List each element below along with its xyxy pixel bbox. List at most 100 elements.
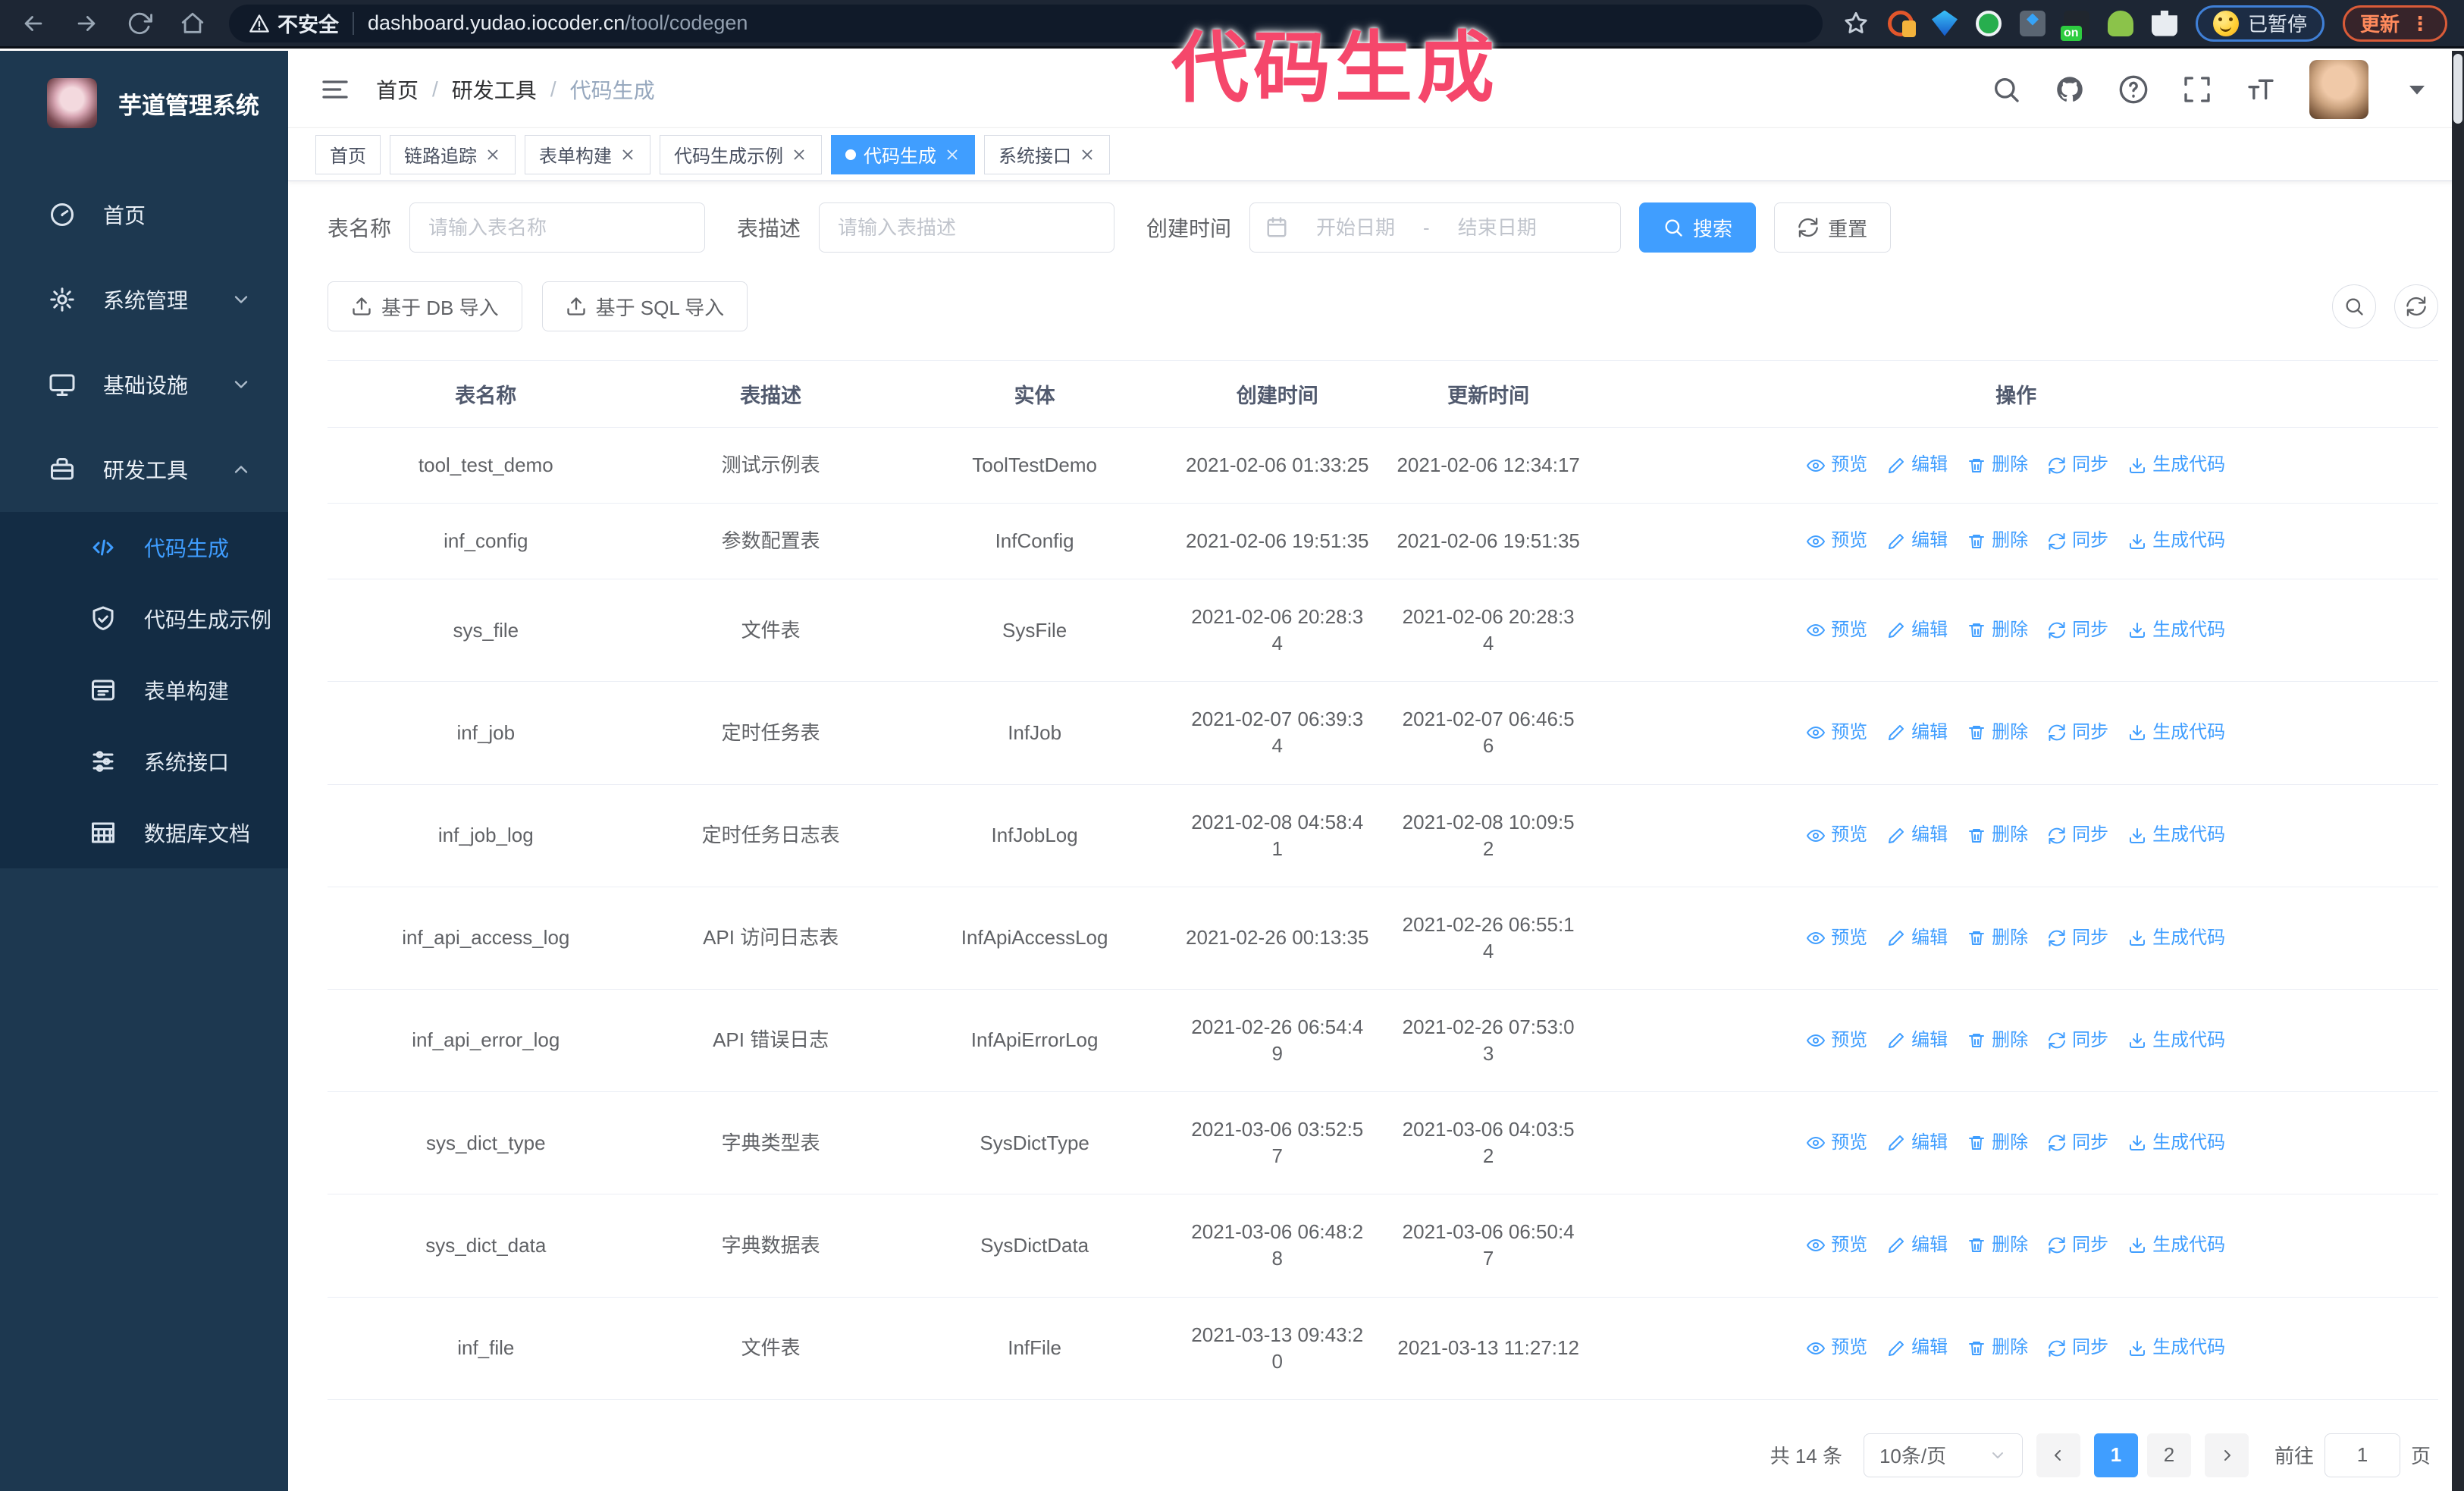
tab-close-icon[interactable] bbox=[484, 146, 501, 163]
action-生成代码[interactable]: 生成代码 bbox=[2128, 823, 2225, 847]
action-同步[interactable]: 同步 bbox=[2048, 618, 2108, 642]
tab-首页[interactable]: 首页 bbox=[315, 134, 381, 174]
action-删除[interactable]: 删除 bbox=[1967, 529, 2028, 553]
profile-paused-badge[interactable]: 已暂停 bbox=[2195, 5, 2324, 42]
action-同步[interactable]: 同步 bbox=[2048, 453, 2108, 477]
date-range-picker[interactable]: - bbox=[1249, 202, 1622, 253]
avatar-caret-icon[interactable] bbox=[2402, 74, 2432, 105]
action-编辑[interactable]: 编辑 bbox=[1887, 1336, 1948, 1360]
tab-close-icon[interactable] bbox=[1079, 146, 1096, 163]
action-生成代码[interactable]: 生成代码 bbox=[2128, 926, 2225, 950]
browser-update-button[interactable]: 更新 ⋮ bbox=[2342, 5, 2447, 42]
action-预览[interactable]: 预览 bbox=[1807, 529, 1867, 553]
header-search-icon[interactable] bbox=[1991, 74, 2021, 105]
bookmark-star-icon[interactable] bbox=[1842, 10, 1870, 37]
browser-back-button[interactable] bbox=[17, 7, 50, 40]
browser-menu-icon[interactable]: ⋮ bbox=[2410, 14, 2430, 33]
user-avatar[interactable] bbox=[2309, 59, 2368, 119]
action-生成代码[interactable]: 生成代码 bbox=[2128, 1233, 2225, 1257]
sidebar-subitem-表单构建[interactable]: 表单构建 bbox=[0, 654, 288, 726]
action-删除[interactable]: 删除 bbox=[1967, 1336, 2028, 1360]
action-同步[interactable]: 同步 bbox=[2048, 529, 2108, 553]
sidebar-subitem-代码生成示例[interactable]: 代码生成示例 bbox=[0, 583, 288, 654]
action-编辑[interactable]: 编辑 bbox=[1887, 453, 1948, 477]
action-删除[interactable]: 删除 bbox=[1967, 618, 2028, 642]
action-生成代码[interactable]: 生成代码 bbox=[2128, 453, 2225, 477]
page-size-select[interactable]: 10条/页 bbox=[1863, 1433, 2023, 1477]
action-预览[interactable]: 预览 bbox=[1807, 453, 1867, 477]
import-db-button[interactable]: 基于 DB 导入 bbox=[328, 281, 522, 331]
action-预览[interactable]: 预览 bbox=[1807, 823, 1867, 847]
action-预览[interactable]: 预览 bbox=[1807, 1028, 1867, 1053]
action-删除[interactable]: 删除 bbox=[1967, 453, 2028, 477]
tab-表单构建[interactable]: 表单构建 bbox=[525, 134, 650, 174]
action-生成代码[interactable]: 生成代码 bbox=[2128, 1131, 2225, 1155]
hamburger-icon[interactable] bbox=[320, 74, 350, 105]
action-删除[interactable]: 删除 bbox=[1967, 823, 2028, 847]
action-删除[interactable]: 删除 bbox=[1967, 1028, 2028, 1053]
action-删除[interactable]: 删除 bbox=[1967, 720, 2028, 745]
tab-代码生成[interactable]: 代码生成 bbox=[831, 134, 975, 174]
extension-icon[interactable]: on bbox=[2060, 10, 2089, 41]
browser-home-button[interactable] bbox=[176, 7, 209, 40]
refresh-table-button[interactable] bbox=[2394, 284, 2438, 328]
action-同步[interactable]: 同步 bbox=[2048, 926, 2108, 950]
action-预览[interactable]: 预览 bbox=[1807, 720, 1867, 745]
sidebar-logo-row[interactable]: 芋道管理系统 bbox=[0, 51, 288, 151]
action-预览[interactable]: 预览 bbox=[1807, 926, 1867, 950]
prev-page-button[interactable] bbox=[2036, 1433, 2080, 1477]
browser-reload-button[interactable] bbox=[123, 7, 156, 40]
action-删除[interactable]: 删除 bbox=[1967, 1131, 2028, 1155]
extension-icon[interactable] bbox=[1931, 10, 1958, 36]
date-start-input[interactable] bbox=[1299, 215, 1413, 240]
tab-close-icon[interactable] bbox=[944, 146, 961, 163]
extension-icon[interactable] bbox=[2107, 10, 2133, 36]
action-编辑[interactable]: 编辑 bbox=[1887, 1028, 1948, 1053]
action-预览[interactable]: 预览 bbox=[1807, 1131, 1867, 1155]
action-生成代码[interactable]: 生成代码 bbox=[2128, 720, 2225, 745]
action-编辑[interactable]: 编辑 bbox=[1887, 1233, 1948, 1257]
action-编辑[interactable]: 编辑 bbox=[1887, 720, 1948, 745]
extension-icon[interactable] bbox=[1887, 10, 1916, 37]
action-预览[interactable]: 预览 bbox=[1807, 1336, 1867, 1360]
tab-代码生成示例[interactable]: 代码生成示例 bbox=[660, 134, 822, 174]
browser-forward-button[interactable] bbox=[70, 7, 103, 40]
sidebar-item-系统管理[interactable]: 系统管理 bbox=[0, 257, 288, 342]
font-size-icon[interactable] bbox=[2246, 74, 2276, 105]
tab-链路追踪[interactable]: 链路追踪 bbox=[390, 134, 516, 174]
action-编辑[interactable]: 编辑 bbox=[1887, 1131, 1948, 1155]
fullscreen-icon[interactable] bbox=[2182, 74, 2212, 105]
next-page-button[interactable] bbox=[2204, 1433, 2249, 1477]
page-scrollbar[interactable] bbox=[2452, 51, 2464, 1491]
action-同步[interactable]: 同步 bbox=[2048, 823, 2108, 847]
action-预览[interactable]: 预览 bbox=[1807, 618, 1867, 642]
action-生成代码[interactable]: 生成代码 bbox=[2128, 618, 2225, 642]
goto-page-input[interactable] bbox=[2324, 1433, 2400, 1477]
github-icon[interactable] bbox=[2055, 74, 2085, 105]
action-编辑[interactable]: 编辑 bbox=[1887, 618, 1948, 642]
action-同步[interactable]: 同步 bbox=[2048, 1131, 2108, 1155]
action-生成代码[interactable]: 生成代码 bbox=[2128, 1336, 2225, 1360]
page-button-1[interactable]: 1 bbox=[2093, 1433, 2138, 1477]
date-end-input[interactable] bbox=[1440, 215, 1554, 240]
tab-close-icon[interactable] bbox=[791, 146, 807, 163]
sidebar-item-首页[interactable]: 首页 bbox=[0, 172, 288, 257]
action-生成代码[interactable]: 生成代码 bbox=[2128, 1028, 2225, 1053]
search-button[interactable]: 搜索 bbox=[1639, 202, 1757, 253]
scrollbar-thumb[interactable] bbox=[2453, 54, 2462, 124]
action-编辑[interactable]: 编辑 bbox=[1887, 529, 1948, 553]
action-同步[interactable]: 同步 bbox=[2048, 720, 2108, 745]
action-删除[interactable]: 删除 bbox=[1967, 1233, 2028, 1257]
table-desc-input[interactable] bbox=[819, 202, 1115, 253]
address-bar[interactable]: 不安全 dashboard.yudao.iocoder.cn/tool/code… bbox=[229, 4, 1823, 42]
action-编辑[interactable]: 编辑 bbox=[1887, 926, 1948, 950]
extension-icon[interactable] bbox=[2019, 10, 2045, 36]
action-编辑[interactable]: 编辑 bbox=[1887, 823, 1948, 847]
tab-close-icon[interactable] bbox=[619, 146, 636, 163]
action-同步[interactable]: 同步 bbox=[2048, 1028, 2108, 1053]
breadcrumb-item[interactable]: 研发工具 bbox=[452, 74, 537, 105]
action-同步[interactable]: 同步 bbox=[2048, 1233, 2108, 1257]
extension-puzzle-icon[interactable] bbox=[2151, 10, 2177, 36]
help-icon[interactable] bbox=[2118, 74, 2149, 105]
extension-icon[interactable] bbox=[1975, 10, 2002, 36]
